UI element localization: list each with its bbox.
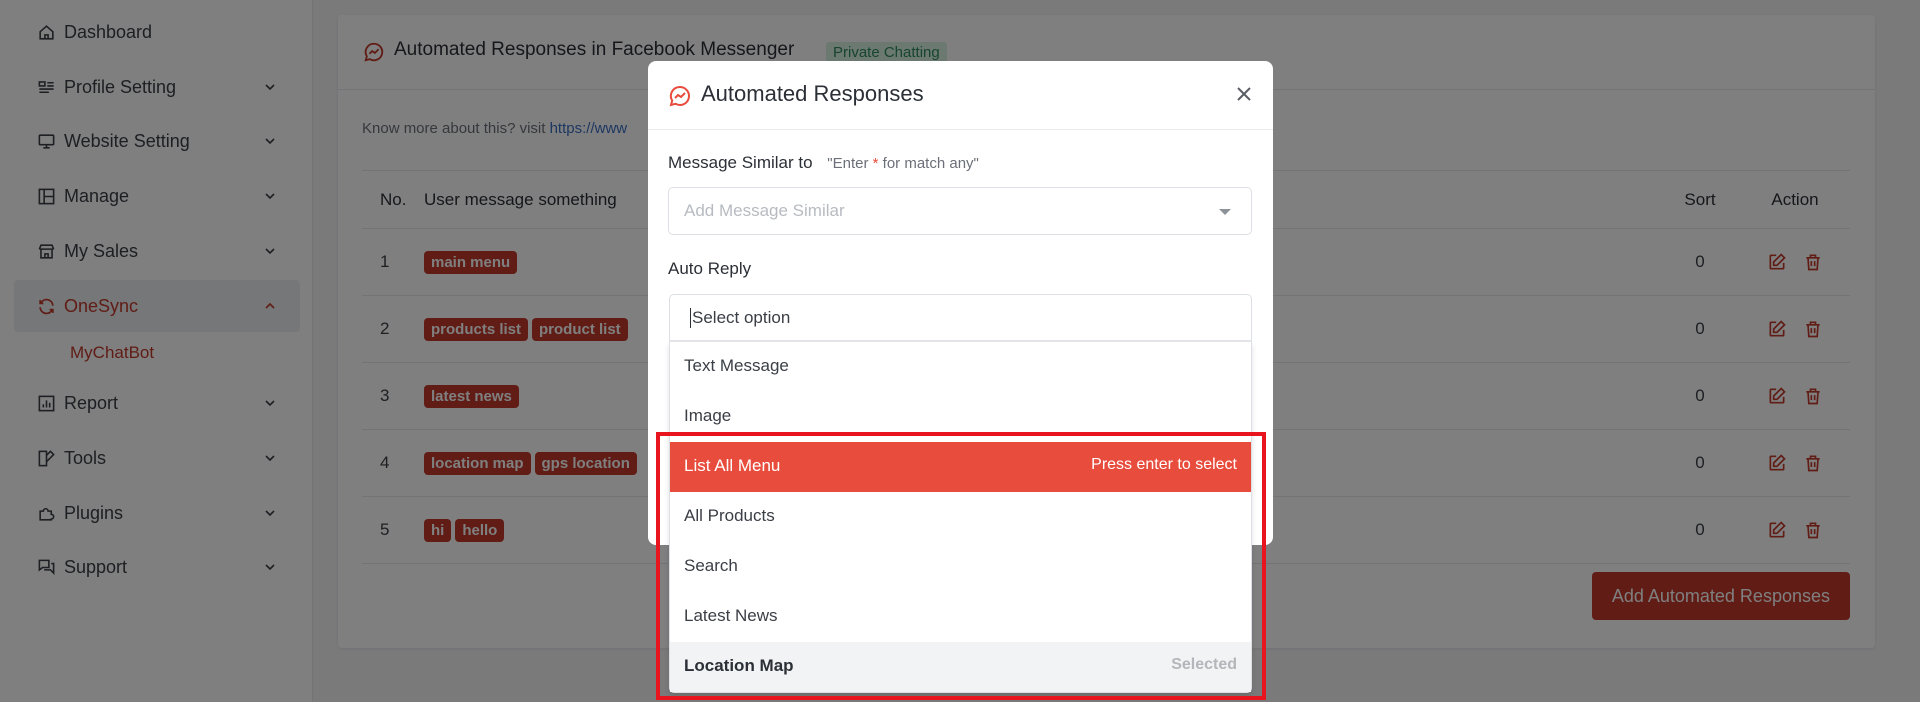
auto-reply-label: Auto Reply: [668, 259, 752, 278]
caret-down-icon[interactable]: [1219, 209, 1231, 215]
option-location-map[interactable]: Location Map Selected: [670, 642, 1251, 692]
option-list-all-menu[interactable]: List All Menu Press enter to select: [670, 442, 1251, 492]
auto-reply-select: Select option Text Message Image List All …: [669, 294, 1252, 693]
auto-reply-placeholder: Select option: [690, 308, 791, 328]
option-label: Location Map: [684, 656, 794, 675]
hint-prefix: "Enter: [827, 155, 873, 172]
hint-suffix: for match any": [878, 155, 979, 172]
option-text-message[interactable]: Text Message: [670, 342, 1251, 392]
auto-reply-options: Text Message Image List All Menu Press ente…: [669, 342, 1252, 693]
close-icon[interactable]: [1233, 83, 1255, 105]
option-label: List All Menu: [684, 456, 781, 475]
option-search[interactable]: Search: [670, 542, 1251, 592]
modal-header: Automated Responses: [648, 61, 1273, 130]
option-image[interactable]: Image: [670, 392, 1251, 442]
match-any-hint: "Enter * for match any": [827, 155, 979, 172]
option-label: Image: [684, 406, 732, 425]
option-hint: Press enter to select: [1091, 456, 1237, 473]
modal-title: Automated Responses: [701, 81, 924, 106]
option-latest-news[interactable]: Latest News: [670, 592, 1251, 642]
option-label: All Products: [684, 506, 775, 525]
message-similar-label: Message Similar to "Enter * for match an…: [668, 153, 979, 173]
option-label: Text Message: [684, 356, 789, 375]
message-similar-input[interactable]: Add Message Similar: [668, 187, 1252, 235]
message-similar-label-text: Message Similar to: [668, 153, 813, 172]
option-label: Search: [684, 556, 738, 575]
option-hint: Selected: [1171, 656, 1237, 673]
auto-reply-input[interactable]: Select option: [669, 294, 1252, 342]
option-all-products[interactable]: All Products: [670, 492, 1251, 542]
messenger-icon: [669, 85, 690, 107]
message-similar-placeholder: Add Message Similar: [684, 201, 845, 220]
option-label: Latest News: [684, 606, 778, 625]
